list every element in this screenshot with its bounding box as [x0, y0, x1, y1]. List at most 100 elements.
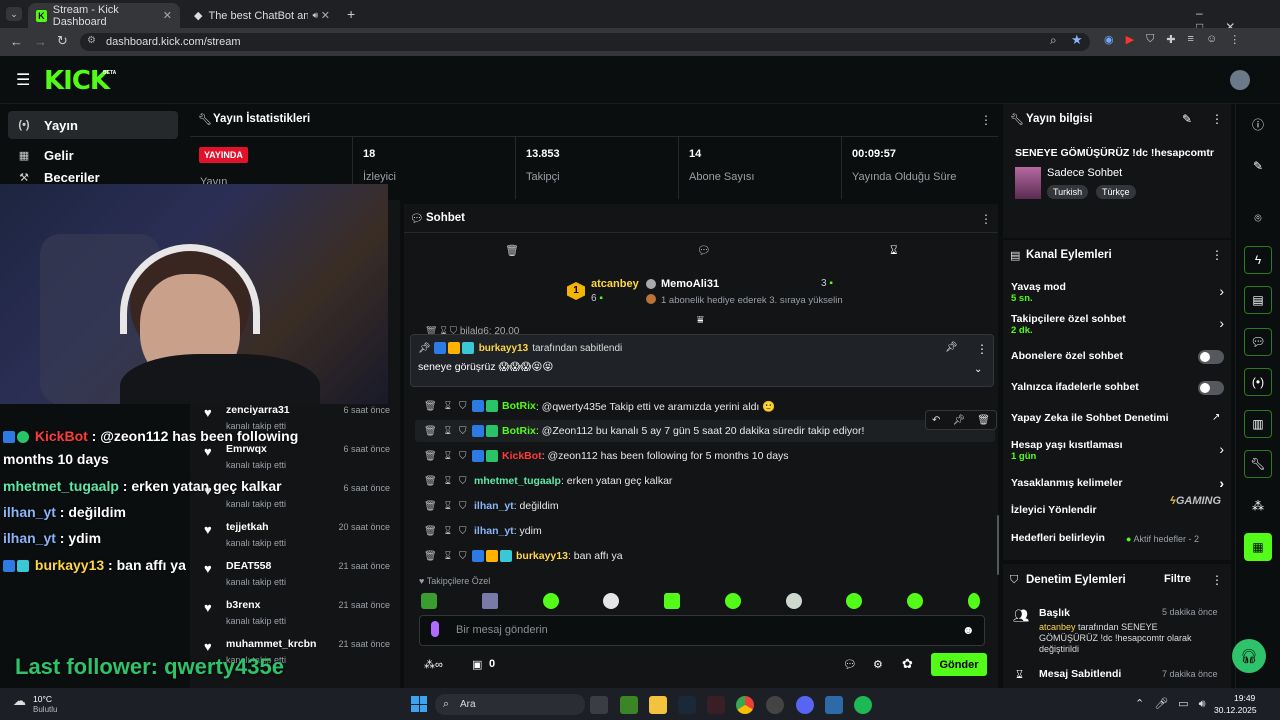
timeout-icon[interactable]: ⌛︎	[445, 526, 451, 537]
follower-name[interactable]: tejjetkah	[226, 521, 269, 533]
ban-shield-icon[interactable]: ⛉	[459, 551, 467, 562]
trash-tab-icon[interactable]: 🗑︎	[505, 244, 519, 257]
follower-name[interactable]: DEAT558	[226, 560, 271, 572]
minecraft-icon[interactable]	[620, 696, 638, 714]
category-name[interactable]: Sadece Sohbet	[1047, 167, 1122, 179]
timeout-icon[interactable]: ⌛︎	[445, 401, 451, 412]
tab-list-icon[interactable]: ⌄	[6, 7, 22, 21]
pencil-icon[interactable]: ✎	[1244, 152, 1272, 180]
tag-pill[interactable]: Turkish	[1047, 185, 1089, 199]
lightning-icon[interactable]: ϟ	[1244, 246, 1272, 274]
menu-icon[interactable]: ⋮	[1229, 33, 1240, 46]
bookmark-star-icon[interactable]: ★	[1071, 32, 1083, 48]
external-link-icon[interactable]: ↗	[1212, 412, 1220, 423]
emote[interactable]	[846, 593, 862, 609]
wrench-icon[interactable]: 🔧︎	[1244, 450, 1272, 478]
emote[interactable]	[543, 593, 559, 609]
chat-message[interactable]: 🗑︎ ⌛︎ ⛉ BotRix: @qwerty435e Takip etti ve a…	[420, 396, 990, 416]
ban-shield-icon[interactable]: ⛉	[459, 426, 467, 437]
app-icon[interactable]	[825, 696, 843, 714]
document-icon[interactable]: ▤	[1244, 286, 1272, 314]
stats-menu-icon[interactable]: ⋮	[980, 113, 992, 127]
emotes-chat-toggle[interactable]	[1198, 381, 1224, 395]
kick-logo[interactable]: KICK	[44, 66, 110, 96]
emote[interactable]	[664, 593, 680, 609]
sidebar-item-gelir[interactable]: ▦ Gelir	[8, 141, 178, 169]
emote[interactable]	[482, 593, 498, 609]
ban-shield-icon[interactable]: ⛉	[459, 451, 467, 462]
delete-icon[interactable]: 🗑︎	[424, 501, 437, 512]
timeout-icon[interactable]: ⌛︎	[445, 501, 451, 512]
filter-button[interactable]: Filtre	[1164, 573, 1191, 585]
pinned-by-user[interactable]: burkayy13	[479, 343, 528, 354]
chat-message[interactable]: 🗑︎ ⌛︎ ⛉ burkayy13: ban affı ya	[420, 546, 990, 566]
taskbar-search[interactable]	[435, 694, 585, 715]
chat-username[interactable]: BotRix	[502, 425, 536, 437]
youtube-extension-icon[interactable]: ▶	[1126, 33, 1134, 46]
chat-tab-icon[interactable]: 💬︎	[697, 244, 711, 257]
app-icon[interactable]	[707, 696, 725, 714]
ban-shield-icon[interactable]: ⛉	[459, 526, 467, 537]
mod-tools-icon[interactable]: ✿	[902, 656, 913, 672]
chat-message[interactable]: 🗑︎ ⌛︎ ⛉ BotRix: @Zeon112 bu kanalı 5 ay 7 g…	[420, 421, 990, 441]
chat-username[interactable]: burkayy13	[516, 550, 568, 562]
windows-start-icon[interactable]	[411, 696, 427, 712]
broadcast-icon[interactable]: (•)	[1244, 368, 1272, 396]
add-widget-icon[interactable]: ▦	[1244, 533, 1272, 561]
chat-username[interactable]: mhetmet_tugaalp	[474, 475, 561, 487]
community-icon[interactable]: ⁂	[1244, 492, 1272, 520]
delete-icon[interactable]: 🗑︎	[424, 451, 437, 462]
chat-username[interactable]: ilhan_yt	[474, 500, 514, 512]
ban-shield-icon[interactable]: ⛉	[459, 501, 467, 512]
system-tray[interactable]: ⌃🎤︎▭🔊︎	[1135, 697, 1216, 711]
url-field[interactable]: dashboard.kick.com/stream	[80, 33, 1090, 51]
second-gifter-name[interactable]: MemoAli31	[661, 278, 719, 290]
chat-settings-bubble-icon[interactable]: 💬︎	[843, 658, 857, 671]
new-tab-button[interactable]: +	[347, 6, 355, 22]
account-age-row[interactable]: Hesap yaşı kısıtlaması 1 gün ›	[1011, 439, 1226, 465]
chat-message[interactable]: 🗑︎ ⌛︎ ⛉ ilhan_yt: değildim	[420, 496, 990, 516]
ban-shield-icon[interactable]: ⛉	[459, 476, 467, 487]
steam-icon[interactable]	[678, 696, 696, 714]
sidebar-item-yayin[interactable]: (•) Yayın	[8, 111, 178, 139]
delete-icon[interactable]: 🗑︎	[424, 401, 437, 412]
edit-pencil-icon[interactable]: ✎	[1182, 112, 1192, 126]
sidebar-item-beceriler[interactable]: ⚒ Beceriler	[8, 170, 178, 184]
timeout-icon[interactable]: ⌛︎	[445, 451, 451, 462]
chat-message[interactable]: 🗑︎ ⌛︎ ⛉ KickBot: @zeon112 has been followin…	[420, 446, 990, 466]
reading-list-icon[interactable]: ≡	[1188, 33, 1194, 46]
emote[interactable]	[725, 593, 741, 609]
user-avatar[interactable]	[1230, 70, 1250, 90]
chat-message[interactable]: 🗑︎ ⌛︎ ⛉ ilhan_yt: ydim	[420, 521, 990, 541]
close-tab-icon[interactable]: ✕	[163, 9, 172, 22]
chat-username[interactable]: ilhan_yt	[474, 525, 514, 537]
points-icon[interactable]: ▣	[472, 658, 482, 671]
timeout-icon[interactable]: ⌛︎	[445, 551, 451, 562]
ai-mod-row[interactable]: Yapay Zeka ile Sohbet Denetimi	[1011, 412, 1226, 428]
follower-name[interactable]: muhammet_krcbn	[226, 638, 316, 650]
storage-icon[interactable]: ▥	[1244, 410, 1272, 438]
reply-icon[interactable]: ↶	[932, 415, 940, 426]
ban-shield-icon[interactable]: ⛉	[459, 401, 467, 412]
expand-chevron-icon[interactable]: ⌄	[974, 364, 982, 375]
chat-username[interactable]: BotRix	[502, 400, 536, 412]
emote[interactable]	[786, 593, 802, 609]
zoom-icon[interactable]: ⌕	[1050, 33, 1057, 48]
extension-icon[interactable]: ◉	[1104, 33, 1114, 46]
browser-tab-chatbot[interactable]: ◆ The best ChatBot and Widg 🔊︎ ✕	[186, 3, 338, 28]
forward-icon[interactable]: →	[34, 34, 47, 49]
pin-message-icon[interactable]: 📌︎	[952, 415, 965, 426]
discord-icon[interactable]	[796, 696, 814, 714]
send-button[interactable]: Gönder	[931, 653, 987, 676]
banned-words-row[interactable]: Yasaklanmış kelimeler ›	[1011, 475, 1226, 493]
tag-pill[interactable]: Türkçe	[1096, 185, 1136, 199]
chat-message[interactable]: 🗑︎ ⌛︎ ⛉ mhetmet_tugaalp: erken yatan geç ka…	[420, 471, 990, 491]
mic-icon[interactable]	[431, 621, 439, 637]
support-headset-icon[interactable]: 🎧︎	[1232, 639, 1266, 673]
hamburger-menu-icon[interactable]: ☰	[16, 70, 30, 90]
task-view-icon[interactable]	[590, 696, 608, 714]
slow-mode-row[interactable]: Yavaş mod 5 sn. ›	[1011, 281, 1226, 307]
emote[interactable]	[421, 593, 437, 609]
chat-menu-icon[interactable]: ⋮	[980, 212, 992, 226]
delete-icon[interactable]: 🗑︎	[424, 526, 437, 537]
